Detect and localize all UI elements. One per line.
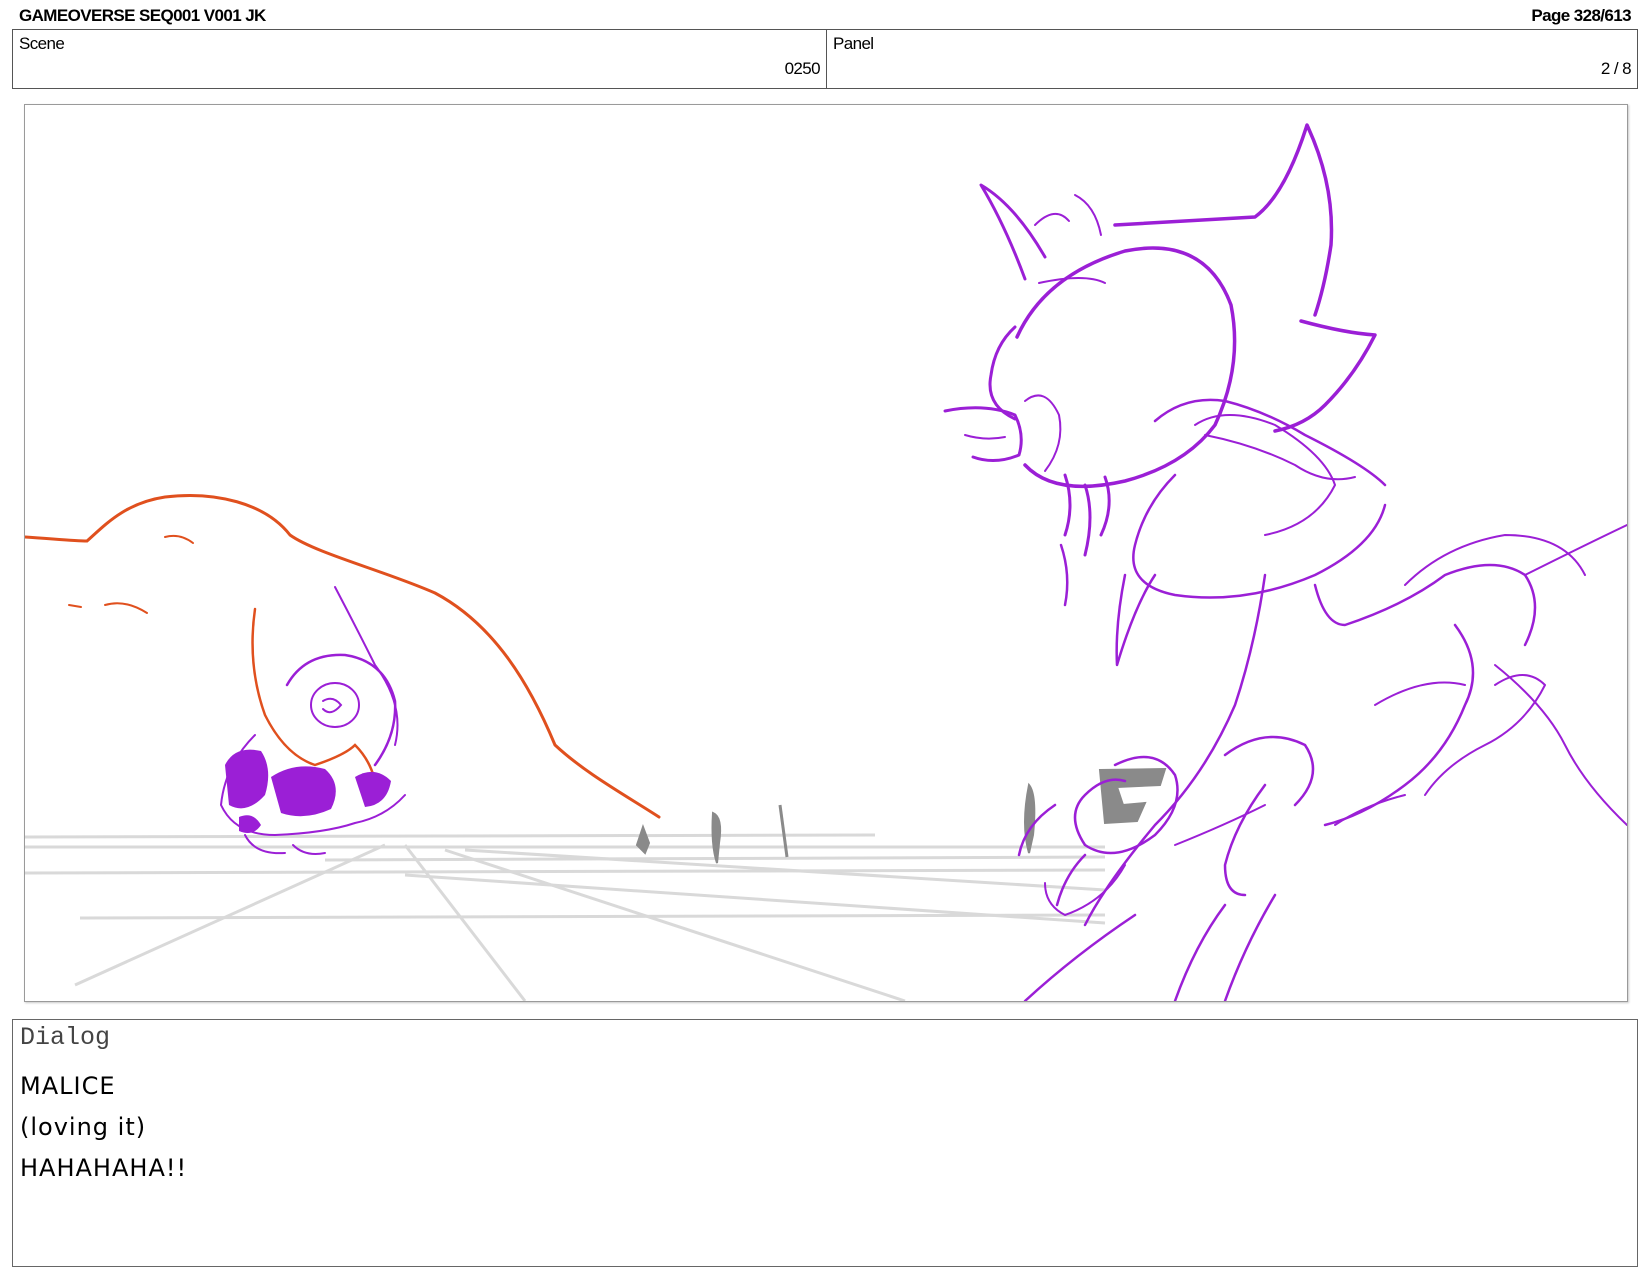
orange-creature-sketch (25, 494, 661, 819)
dialog-text: MALICE (loving it) HAHAHAHA!! (20, 1066, 187, 1189)
document-title: GAMEOVERSE SEQ001 V001 JK (19, 6, 266, 25)
storyboard-panel-frame (24, 104, 1628, 1002)
dialog-parenthetical: (loving it) (20, 1113, 147, 1141)
panel-value: 2 / 8 (1600, 59, 1632, 78)
background-figures (635, 767, 1167, 864)
sketch-drawing (25, 123, 1627, 1001)
panel-cell: Panel 2 / 8 (827, 30, 1637, 88)
scene-label: Scene (19, 34, 65, 53)
panel-label: Panel (833, 34, 874, 53)
dialog-character-name: MALICE (20, 1072, 116, 1100)
info-bar: Scene 0250 Panel 2 / 8 (12, 29, 1638, 89)
scene-value: 0250 (784, 59, 821, 78)
dialog-label: Dialog (20, 1023, 111, 1052)
dialog-box: Dialog MALICE (loving it) HAHAHAHA!! (12, 1019, 1638, 1267)
scene-cell: Scene 0250 (13, 30, 827, 88)
ground-grid (25, 833, 1106, 1001)
page-number: Page 328/613 (1531, 6, 1631, 25)
dialog-line-text: HAHAHAHA!! (20, 1154, 188, 1182)
